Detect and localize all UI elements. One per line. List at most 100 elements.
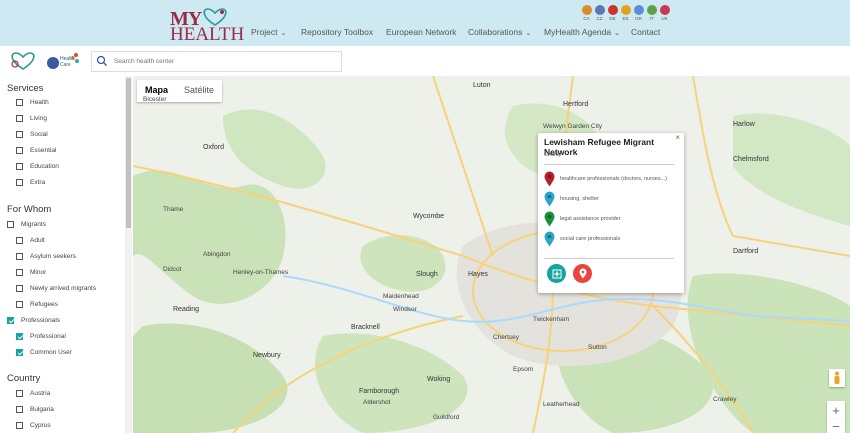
map-place-label: Reading [173, 306, 200, 313]
map-place-label: Oxford [203, 144, 225, 151]
info-window-subtitle: Charity [544, 152, 562, 158]
checkbox-migrants[interactable]: Migrants [7, 221, 46, 228]
checkbox-box[interactable] [16, 285, 23, 292]
checkbox-label: Living [30, 115, 47, 122]
checkbox-label: Health [30, 99, 49, 106]
nav-collaborations[interactable]: Collaborations ⌄ [468, 27, 531, 37]
checkbox-box[interactable] [16, 333, 23, 340]
map-place-label: Maidenhead [383, 293, 419, 300]
checkbox-label: Austria [30, 390, 51, 397]
checkbox-education[interactable]: Education [16, 163, 59, 170]
health-care-logo[interactable]: Health Care [46, 50, 80, 72]
map-place-label: Farnborough [359, 388, 400, 395]
services-heading: Services [7, 83, 44, 94]
zoom-in-button[interactable]: + [827, 401, 845, 419]
nav-european-network[interactable]: European Network [386, 27, 456, 37]
map-place-label: Bracknell [351, 324, 380, 331]
site-header: MY HEALTH Project ⌄ Repository Toolbox Eu… [0, 0, 850, 46]
checkbox-bulgaria[interactable]: Bulgaria [16, 406, 54, 413]
checkbox-extra[interactable]: Extra [16, 179, 45, 186]
checkbox-label: Extra [30, 179, 46, 186]
checkbox-box[interactable] [16, 163, 23, 170]
map-place-label: Chelmsford [733, 156, 769, 163]
language-code: IT [649, 16, 654, 21]
checkbox-box[interactable] [16, 269, 23, 276]
checkbox-essential[interactable]: Essential [16, 147, 56, 154]
logo-health: HEALTH [170, 24, 245, 45]
checkbox-box[interactable] [16, 390, 23, 397]
language-code: UK [661, 16, 668, 21]
map-place-label: Bicester [143, 96, 167, 103]
checkbox-professional[interactable]: Professional [16, 333, 66, 340]
checkbox-box[interactable] [7, 221, 14, 228]
checkbox-asylum-seekers[interactable]: Asylum seekers [16, 253, 76, 260]
checkbox-box[interactable] [16, 406, 23, 413]
checkbox-box[interactable] [16, 147, 23, 154]
myhealth-small-logo-icon[interactable] [6, 50, 40, 72]
checkbox-common-user[interactable]: Common User [16, 349, 72, 356]
service-row: social care professionals [544, 231, 620, 247]
chevron-down-icon: ⌄ [614, 30, 620, 37]
checkbox-label: Professionals [21, 317, 61, 324]
checkbox-box[interactable] [16, 237, 23, 244]
checkbox-box[interactable] [16, 301, 23, 308]
checkbox-label: Education [30, 163, 59, 170]
checkbox-austria[interactable]: Austria [16, 390, 50, 397]
checkbox-social[interactable]: Social [16, 131, 48, 138]
checkbox-health[interactable]: Health [16, 99, 49, 106]
nav-project[interactable]: Project ⌄ [251, 27, 286, 37]
language-flag-uk[interactable]: UK [659, 5, 670, 21]
language-code: GR [635, 16, 642, 21]
language-flag-es[interactable]: ES [620, 5, 631, 21]
checkbox-box[interactable] [7, 317, 14, 324]
checkbox-box[interactable] [16, 422, 23, 429]
checkbox-box[interactable] [16, 253, 23, 260]
search-icon[interactable] [96, 55, 108, 67]
checkbox-label: Essential [30, 147, 57, 154]
checkbox-newly-arrived-migrants[interactable]: Newly arrived migrants [16, 285, 96, 292]
checkbox-minor[interactable]: Minor [16, 269, 46, 276]
checkbox-refugees[interactable]: Refugees [16, 301, 58, 308]
checkbox-living[interactable]: Living [16, 115, 47, 122]
nav-myhealth-agenda[interactable]: MyHealth Agenda ⌄ [544, 27, 620, 37]
checkbox-box[interactable] [16, 115, 23, 122]
zoom-out-button[interactable]: − [827, 419, 845, 433]
search-input[interactable] [114, 54, 334, 69]
hospital-button[interactable] [547, 264, 566, 283]
language-flag-it[interactable]: IT [646, 5, 657, 21]
language-code: CA [583, 16, 590, 21]
health-care-logo-text: Health Care [60, 56, 75, 68]
location-pin-icon [579, 268, 586, 279]
checkbox-label: Bulgaria [30, 406, 54, 413]
flag-icon [620, 5, 631, 15]
language-flag-cz[interactable]: CZ [594, 5, 605, 21]
country-heading: Country [7, 373, 41, 384]
directions-button[interactable] [573, 264, 592, 283]
pegman-icon [834, 371, 840, 384]
street-view-pegman-icon[interactable] [829, 369, 845, 387]
language-flag-ca[interactable]: CA [581, 5, 592, 21]
map-place-label: Luton [473, 82, 491, 89]
checkbox-cyprus[interactable]: Cyprus [16, 422, 51, 429]
myhealth-logo[interactable]: MY HEALTH [168, 4, 244, 45]
marker-pin-icon [544, 171, 555, 187]
sidebar-scrollbar[interactable] [125, 76, 132, 433]
map-view[interactable]: Mapa Satélite Luton Hertford Harlow Chelmsf… [133, 76, 850, 433]
marker-pin-icon [544, 211, 555, 227]
scrollbar-thumb[interactable] [126, 78, 131, 228]
checkbox-box[interactable] [16, 131, 23, 138]
checkbox-box[interactable] [16, 179, 23, 186]
language-flag-gr[interactable]: GR [633, 5, 644, 21]
map-place-label: Henley-on-Thames [233, 269, 289, 276]
map-place-label: Welwyn Garden City [543, 123, 603, 130]
checkbox-professionals[interactable]: Professionals [7, 317, 60, 324]
map-place-label: Chertsey [493, 334, 520, 341]
nav-contact[interactable]: Contact [631, 27, 660, 37]
map-type-satellite-button[interactable]: Satélite [176, 80, 222, 102]
checkbox-box[interactable] [16, 99, 23, 106]
language-flag-de[interactable]: DE [607, 5, 618, 21]
checkbox-adult[interactable]: Adult [16, 237, 45, 244]
checkbox-box[interactable] [16, 349, 23, 356]
search-bar-area: Health Care [0, 46, 850, 76]
nav-repository-toolbox[interactable]: Repository Toolbox [301, 27, 373, 37]
